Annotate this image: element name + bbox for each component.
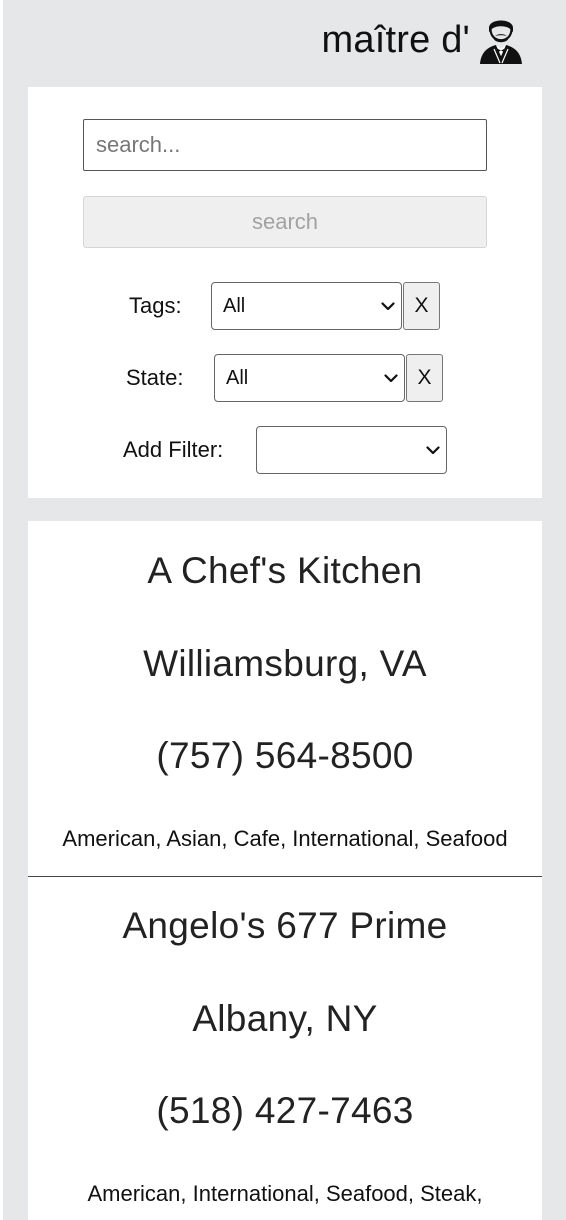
app-header: maître d' <box>3 0 566 87</box>
add-filter-label: Add Filter: <box>123 437 224 462</box>
tags-select[interactable]: All <box>211 282 402 330</box>
filter-panel: search Tags: All X State: All X Add Filt <box>28 87 542 498</box>
chevron-down-icon <box>426 427 440 473</box>
state-select[interactable]: All <box>214 354 405 402</box>
tags-clear-button[interactable]: X <box>403 282 440 330</box>
tags-filter-row: Tags: All X <box>28 282 542 330</box>
chevron-down-icon <box>384 355 398 401</box>
brand-name: maître d' <box>321 19 470 61</box>
state-filter-label: State: <box>126 365 184 390</box>
state-selected-value: All <box>226 367 249 389</box>
state-clear-button[interactable]: X <box>406 354 443 402</box>
app-container: maître d' search... search Tags: All X S… <box>3 0 566 1220</box>
state-filter-row: State: All X <box>28 354 542 402</box>
restaurant-name: A Chef's Kitchen <box>147 550 423 591</box>
restaurant-location: Albany, NY <box>192 998 378 1039</box>
tags-selected-value: All <box>223 295 246 317</box>
search-input[interactable] <box>83 119 487 171</box>
tags-filter-label: Tags: <box>129 293 182 318</box>
restaurant-list: A Chef's Kitchen Williamsburg, VA (757) … <box>28 521 542 1220</box>
brand[interactable]: maître d' <box>322 14 524 66</box>
restaurant-tags: American, International, Seafood, Steak, <box>87 1181 483 1206</box>
restaurant-location: Williamsburg, VA <box>143 643 427 684</box>
add-filter-select[interactable] <box>256 426 447 474</box>
chevron-down-icon <box>381 283 395 329</box>
restaurant-tags: American, Asian, Cafe, International, Se… <box>62 826 508 851</box>
search-button[interactable]: search <box>83 196 487 248</box>
add-filter-row: Add Filter: <box>28 426 542 474</box>
waiter-icon <box>480 20 522 64</box>
restaurant-card[interactable]: Angelo's 677 Prime Albany, NY (518) 427-… <box>28 877 542 1220</box>
restaurant-name: Angelo's 677 Prime <box>122 905 448 946</box>
restaurant-phone: (757) 564-8500 <box>156 735 414 776</box>
restaurant-phone: (518) 427-7463 <box>156 1090 414 1131</box>
restaurant-card[interactable]: A Chef's Kitchen Williamsburg, VA (757) … <box>28 521 542 876</box>
